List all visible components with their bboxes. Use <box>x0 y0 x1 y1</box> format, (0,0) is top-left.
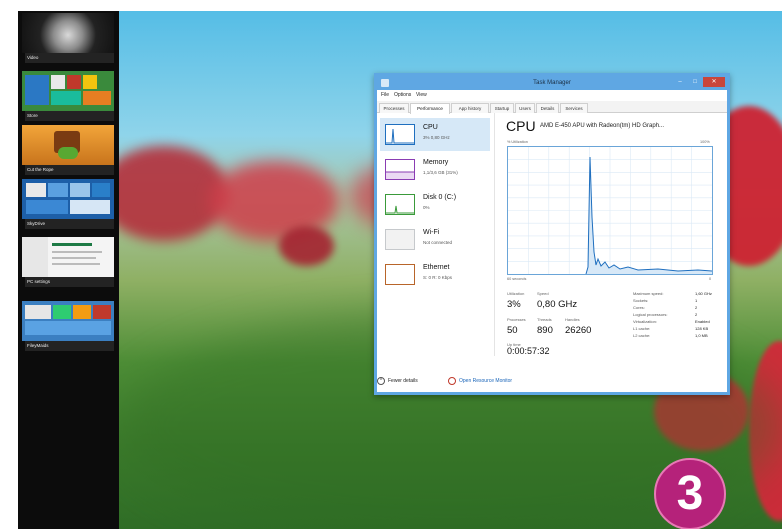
close-button[interactable]: ✕ <box>703 77 725 87</box>
switcher-label: Store <box>25 111 114 121</box>
app-icon <box>381 79 389 87</box>
step-number-badge: 3 <box>654 458 726 529</box>
wifi-graph-icon <box>385 229 415 250</box>
spec-l1-cache-value: 128 KB <box>695 326 709 331</box>
utilization-label: Utilization <box>507 291 525 296</box>
switcher-item-fileymaids[interactable]: FileyMaids <box>22 301 114 351</box>
footer: ^ Fewer details Open Resource Monitor <box>377 374 727 388</box>
graph-label-utilization: % Utilization <box>507 140 528 144</box>
minimize-button[interactable]: – <box>673 77 687 87</box>
spec-l2-cache-label: L2 cache: <box>633 333 651 338</box>
tab-processes[interactable]: Processes <box>379 103 409 113</box>
resource-name: Wi-Fi <box>423 229 440 236</box>
graph-label-min: 0 <box>709 277 712 281</box>
cpu-utilization-graph <box>507 146 713 275</box>
switcher-label: Cut the Rope <box>25 165 114 175</box>
task-manager-window: Task Manager – □ ✕ File Options View Pro… <box>374 73 730 395</box>
cpu-graph-icon <box>385 124 415 145</box>
chevron-up-icon[interactable]: ^ <box>377 377 385 385</box>
menu-options[interactable]: Options <box>394 90 411 101</box>
resource-name: CPU <box>423 124 438 131</box>
resource-monitor-icon <box>448 377 456 385</box>
spec-sockets-label: Sockets: <box>633 298 649 303</box>
resource-memory[interactable]: Memory 1,1/3,6 GB (31%) <box>380 153 490 186</box>
store-thumbnail <box>22 71 114 111</box>
handles-value: 26260 <box>565 325 592 336</box>
switcher-item-skydrive[interactable]: SkyDrive <box>22 179 114 229</box>
switcher-item-pc-settings[interactable]: PC settings <box>22 237 114 287</box>
spec-cores-value: 2 <box>695 305 698 310</box>
utilization-value: 3% <box>507 299 521 310</box>
switcher-label: FileyMaids <box>25 341 114 351</box>
resource-detail: Not connected <box>423 240 453 245</box>
graph-label-max: 100% <box>700 140 710 144</box>
performance-detail: CPU AMD E-450 APU with Radeon(tm) HD Gra… <box>499 113 727 356</box>
speed-value: 0,80 GHz <box>537 299 578 310</box>
spec-cores-label: Cores: <box>633 305 645 310</box>
threads-label: Threads <box>537 317 552 322</box>
resource-disk[interactable]: Disk 0 (C:) 0% <box>380 188 490 221</box>
ethernet-graph-icon <box>385 264 415 285</box>
resource-detail: 1,1/3,6 GB (31%) <box>423 170 458 175</box>
switcher-label: PC settings <box>25 277 114 287</box>
uptime-value: 0:00:57:32 <box>507 346 550 356</box>
tab-bar: Processes Performance App history Startu… <box>377 101 727 114</box>
resource-detail: S: 0 R: 0 Kbps <box>423 275 453 280</box>
switcher-item-store[interactable]: Store <box>22 71 114 121</box>
disk-graph-icon <box>385 194 415 215</box>
resource-name: Disk 0 (C:) <box>423 194 457 201</box>
resource-name: Memory <box>423 159 449 166</box>
menu-bar: File Options View <box>377 90 727 101</box>
spec-max-speed-label: Maximum speed: <box>633 291 664 296</box>
spec-l2-cache-value: 1,0 MB <box>695 333 708 338</box>
tab-app-history[interactable]: App history <box>451 103 489 113</box>
tab-startup[interactable]: Startup <box>490 103 514 113</box>
spec-virtualization-value: Enabled <box>695 319 710 324</box>
resource-cpu[interactable]: CPU 3% 0,80 GHz <box>380 118 490 151</box>
pc-settings-thumbnail <box>22 237 114 277</box>
resource-ethernet[interactable]: Ethernet S: 0 R: 0 Kbps <box>380 258 490 291</box>
skydrive-thumbnail <box>22 179 114 219</box>
spec-sockets-value: 1 <box>695 298 698 303</box>
switcher-item-cut-the-rope[interactable]: Cut the Rope <box>22 125 114 175</box>
resource-wifi[interactable]: Wi-Fi Not connected <box>380 223 490 256</box>
processes-value: 50 <box>507 325 518 336</box>
resource-detail: 3% 0,80 GHz <box>423 135 450 140</box>
fileymaids-thumbnail <box>22 301 114 341</box>
spec-l1-cache-label: L1 cache: <box>633 326 651 331</box>
resource-list: CPU 3% 0,80 GHz Memory 1,1/3,6 GB (31%) … <box>377 113 495 356</box>
threads-value: 890 <box>537 325 553 336</box>
switcher-label: Video <box>25 53 114 63</box>
switcher-label: SkyDrive <box>25 219 114 229</box>
spec-logical-processors-label: Logical processors: <box>633 312 668 317</box>
memory-graph-icon <box>385 159 415 180</box>
cpu-graph-plot <box>508 147 713 275</box>
video-thumbnail <box>22 13 114 53</box>
fewer-details-button[interactable]: Fewer details <box>388 375 418 387</box>
cpu-model: AMD E-450 APU with Radeon(tm) HD Graph..… <box>540 123 665 129</box>
detail-heading: CPU <box>506 118 536 134</box>
processes-label: Processes <box>507 317 526 322</box>
graph-label-time: 60 seconds <box>507 277 527 281</box>
resource-name: Ethernet <box>423 264 450 271</box>
speed-label: Speed <box>537 291 549 296</box>
title-bar[interactable]: Task Manager – □ ✕ <box>377 76 727 90</box>
resource-detail: 0% <box>423 205 430 210</box>
tab-users[interactable]: Users <box>515 103 535 113</box>
screen: Video Store Cut the Rope SkyDrive PC set… <box>18 11 782 529</box>
cut-the-rope-thumbnail <box>22 125 114 165</box>
tab-services[interactable]: Services <box>560 103 588 113</box>
menu-view[interactable]: View <box>416 90 427 101</box>
switcher-item-video[interactable]: Video <box>22 13 114 63</box>
maximize-button[interactable]: □ <box>688 77 702 87</box>
spec-logical-processors-value: 2 <box>695 312 698 317</box>
open-resource-monitor-link[interactable]: Open Resource Monitor <box>459 375 512 387</box>
app-switcher: Video Store Cut the Rope SkyDrive PC set… <box>18 11 119 529</box>
handles-label: Handles <box>565 317 580 322</box>
spec-max-speed-value: 1,60 GHz <box>695 291 712 296</box>
spec-virtualization-label: Virtualization: <box>633 319 657 324</box>
menu-file[interactable]: File <box>381 90 389 101</box>
tab-details[interactable]: Details <box>536 103 559 113</box>
